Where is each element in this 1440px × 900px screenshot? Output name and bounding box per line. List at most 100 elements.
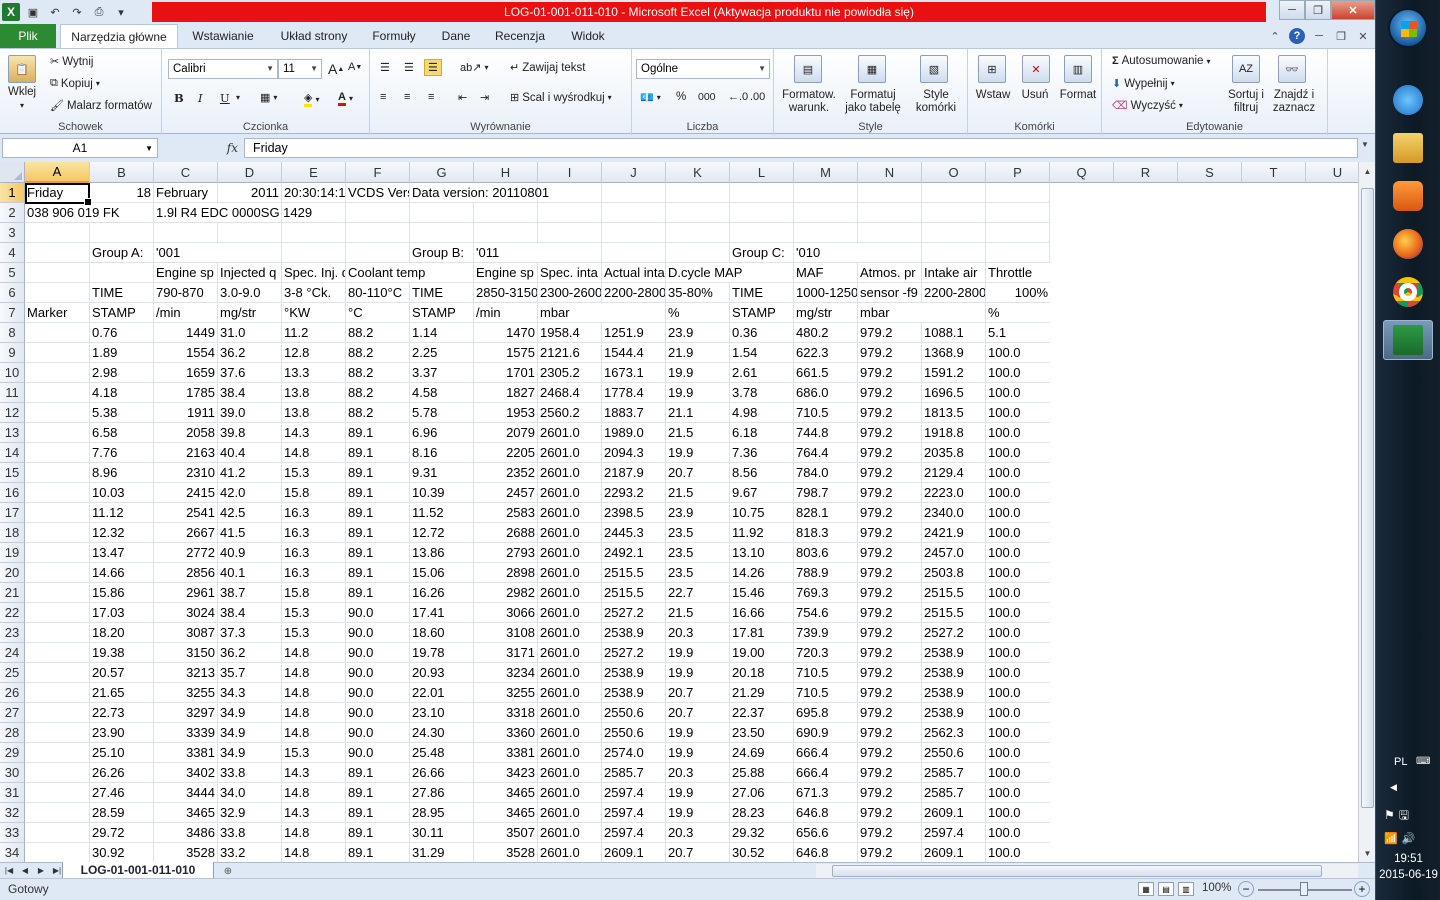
cell[interactable]: 2597.4	[602, 823, 666, 843]
close-button[interactable]: ✕	[1331, 0, 1375, 20]
cell[interactable]: 2601.0	[538, 803, 602, 823]
cell[interactable]: 90.0	[346, 623, 410, 643]
cell[interactable]: 979.2	[858, 443, 922, 463]
cell[interactable]: 0.76	[90, 323, 154, 343]
cell[interactable]	[538, 243, 602, 263]
cell[interactable]: 3339	[154, 723, 218, 743]
cell[interactable]: 35.7	[218, 663, 282, 683]
cell[interactable]: 2.61	[730, 363, 794, 383]
cell[interactable]: 5.1	[986, 323, 1050, 343]
minimize-button[interactable]: ─	[1279, 0, 1305, 20]
cell[interactable]	[858, 223, 922, 243]
cell[interactable]: 89.1	[346, 503, 410, 523]
cell[interactable]: 3528	[154, 843, 218, 862]
increase-indent-button[interactable]: ⇥	[480, 91, 489, 104]
internet-explorer-icon[interactable]	[1383, 80, 1433, 120]
cell[interactable]	[986, 183, 1050, 203]
tab-page-layout[interactable]: Układ strony	[270, 24, 358, 48]
row-header[interactable]: 32	[0, 803, 25, 823]
cell[interactable]: 11.12	[90, 503, 154, 523]
cell[interactable]: 20.93	[410, 663, 474, 683]
cell[interactable]: 2541	[154, 503, 218, 523]
row-header[interactable]: 6	[0, 283, 25, 303]
cell[interactable]: 15.86	[90, 583, 154, 603]
number-format-combo[interactable]: Ogólne ▼	[636, 59, 770, 79]
cell[interactable]: 2527.2	[602, 643, 666, 663]
cell[interactable]: 24.30	[410, 723, 474, 743]
row-header[interactable]: 5	[0, 263, 25, 283]
cell[interactable]: 100.0	[986, 363, 1050, 383]
vertical-scrollbar[interactable]: ▲ ▼	[1358, 162, 1375, 862]
cell[interactable]: '011	[474, 243, 538, 263]
cell[interactable]: 28.23	[730, 803, 794, 823]
cell[interactable]: 90.0	[346, 663, 410, 683]
cell[interactable]: 21.9	[666, 343, 730, 363]
cell[interactable]: 979.2	[858, 483, 922, 503]
cell[interactable]: 2560.2	[538, 403, 602, 423]
row-header[interactable]: 24	[0, 643, 25, 663]
cell[interactable]: 2562.3	[922, 723, 986, 743]
print-icon[interactable]: ⎙	[90, 3, 108, 21]
cell[interactable]: 89.1	[346, 463, 410, 483]
cell[interactable]: 979.2	[858, 363, 922, 383]
row-header[interactable]: 30	[0, 763, 25, 783]
cell[interactable]: 2601.0	[538, 563, 602, 583]
cell[interactable]: 2200-2800	[922, 283, 986, 303]
cell[interactable]: Engine sp	[154, 263, 218, 283]
cell[interactable]: 3465	[474, 783, 538, 803]
cell[interactable]: 2601.0	[538, 503, 602, 523]
format-cells-button[interactable]: Format	[1056, 89, 1100, 102]
cell[interactable]: 666.4	[794, 743, 858, 763]
cell[interactable]: 100.0	[986, 683, 1050, 703]
cell[interactable]	[282, 223, 346, 243]
cell[interactable]: 1785	[154, 383, 218, 403]
cell[interactable]: 18.20	[90, 623, 154, 643]
cell[interactable]: 979.2	[858, 563, 922, 583]
cell[interactable]: 32.9	[218, 803, 282, 823]
cell[interactable]: 979.2	[858, 763, 922, 783]
align-middle-button[interactable]: ☰	[404, 61, 414, 74]
cell[interactable]: 25.88	[730, 763, 794, 783]
cell[interactable]: 3423	[474, 763, 538, 783]
column-header[interactable]: A	[25, 162, 90, 183]
cell[interactable]: Actual inta	[602, 263, 666, 283]
cell[interactable]: 2597.4	[602, 783, 666, 803]
cell[interactable]: 2550.6	[922, 743, 986, 763]
expand-formula-bar-icon[interactable]: ▼	[1361, 140, 1373, 156]
cell[interactable]: 31.0	[218, 323, 282, 343]
cell[interactable]: STAMP	[730, 303, 794, 323]
cell[interactable]: 784.0	[794, 463, 858, 483]
cell[interactable]	[986, 223, 1050, 243]
copy-button[interactable]: ⧉ Kopiuj ▾	[50, 77, 100, 90]
cell[interactable]: Group B:	[410, 243, 474, 263]
cell[interactable]: 2585.7	[602, 763, 666, 783]
row-header[interactable]: 33	[0, 823, 25, 843]
cell[interactable]: 89.1	[346, 803, 410, 823]
tab-insert[interactable]: Wstawianie	[182, 24, 264, 48]
cell[interactable]: 14.8	[282, 823, 346, 843]
cell[interactable]	[666, 183, 730, 203]
cell[interactable]: 979.2	[858, 803, 922, 823]
cell[interactable]: 23.90	[90, 723, 154, 743]
cell[interactable]	[346, 243, 410, 263]
cell[interactable]	[25, 683, 90, 703]
cell[interactable]: 15.3	[282, 463, 346, 483]
cell[interactable]: 90.0	[346, 603, 410, 623]
cell[interactable]: 14.8	[282, 643, 346, 663]
cell[interactable]	[602, 243, 666, 263]
row-header[interactable]: 4	[0, 243, 25, 263]
cell[interactable]: 3.78	[730, 383, 794, 403]
cell[interactable]: Data version: 20110801	[410, 183, 549, 203]
cell[interactable]: 16.66	[730, 603, 794, 623]
cell[interactable]: Group C:	[730, 243, 794, 263]
column-header[interactable]: U	[1306, 162, 1358, 183]
cell[interactable]: 30.11	[410, 823, 474, 843]
cell[interactable]: 2601.0	[538, 423, 602, 443]
undo-icon[interactable]: ↶	[46, 3, 64, 21]
page-layout-view-icon[interactable]: ▤	[1158, 882, 1174, 896]
cell[interactable]: 803.6	[794, 543, 858, 563]
cell[interactable]: 2856	[154, 563, 218, 583]
cell[interactable]	[25, 483, 90, 503]
next-sheet-icon[interactable]: ▶	[34, 864, 48, 877]
row-header[interactable]: 8	[0, 323, 25, 343]
